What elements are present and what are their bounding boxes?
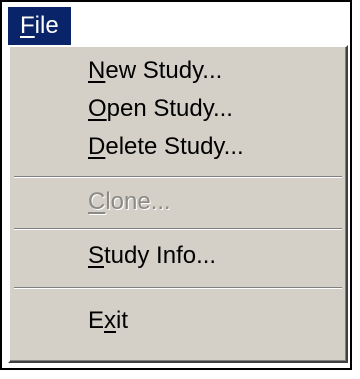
exit-mnemonic: x: [104, 307, 117, 334]
menu-separator: [14, 176, 342, 178]
exit-label-rest: it: [116, 307, 129, 334]
open-study-mnemonic: O: [88, 95, 107, 122]
new-study-label-rest: ew Study...: [105, 57, 223, 84]
menu-item-new-study[interactable]: New Study...: [88, 53, 222, 89]
study-info-label-rest: tudy Info...: [104, 242, 217, 269]
screenshot-frame: File New Study... Open Study... Delete S…: [0, 0, 352, 370]
study-info-mnemonic: S: [88, 242, 105, 269]
open-study-label-rest: pen Study...: [106, 95, 233, 122]
file-mnemonic: F: [20, 12, 35, 39]
menu-item-exit[interactable]: Exit: [88, 303, 128, 339]
menu-item-clone: Clone...: [88, 184, 171, 220]
new-study-mnemonic: N: [88, 57, 106, 84]
file-dropdown-menu: New Study... Open Study... Delete Study.…: [8, 45, 348, 363]
clone-label-rest: lone...: [105, 188, 171, 215]
exit-label-before: E: [88, 307, 105, 334]
menu-bar: File: [8, 7, 71, 45]
menu-separator: [14, 228, 342, 230]
delete-study-label-rest: elete Study...: [105, 133, 244, 160]
file-label-rest: ile: [34, 12, 59, 39]
menu-item-delete-study[interactable]: Delete Study...: [88, 129, 244, 165]
file-menu-title[interactable]: File: [8, 7, 71, 45]
delete-study-mnemonic: D: [88, 133, 106, 160]
menu-separator: [14, 287, 342, 289]
menu-item-study-info[interactable]: Study Info...: [88, 238, 216, 274]
clone-mnemonic: C: [88, 188, 106, 215]
menu-item-open-study[interactable]: Open Study...: [88, 91, 233, 127]
